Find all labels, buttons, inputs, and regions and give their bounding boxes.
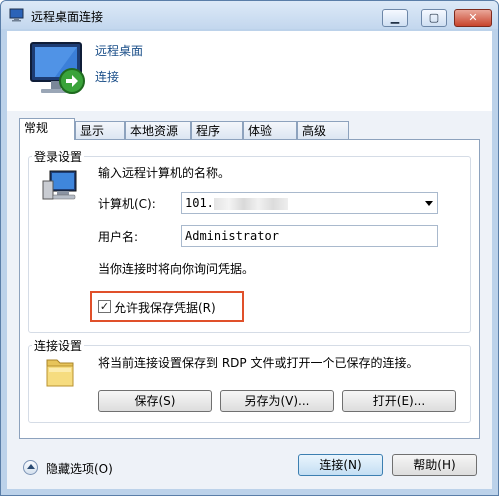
remote-desktop-icon — [9, 8, 24, 22]
hide-options-label[interactable]: 隐藏选项(O) — [46, 460, 113, 477]
tab-local-resources[interactable]: 本地资源 — [125, 121, 191, 139]
tab-programs[interactable]: 程序 — [191, 121, 243, 139]
rdp-window: 远程桌面连接 ▁ ▢ ✕ 远程桌面 连接 常规 显示 本地资源 程序 体验 高级… — [0, 0, 499, 496]
credentials-prompt-text: 当你连接时将向你询问凭据。 — [98, 262, 255, 276]
folder-icon — [46, 359, 74, 387]
title-bar[interactable]: 远程桌面连接 ▁ ▢ ✕ — [1, 1, 498, 29]
tab-experience[interactable]: 体验 — [243, 121, 297, 139]
maximize-icon: ▢ — [428, 11, 440, 24]
chevron-down-icon[interactable] — [425, 201, 433, 206]
header-title-line1: 远程桌面 — [95, 44, 144, 58]
save-as-button[interactable]: 另存为(V)... — [220, 390, 334, 412]
header-title-line2: 连接 — [95, 70, 120, 84]
close-icon: ✕ — [468, 11, 478, 24]
close-button[interactable]: ✕ — [454, 9, 492, 27]
hide-options-toggle[interactable] — [23, 460, 38, 475]
login-instruction: 输入远程计算机的名称。 — [98, 166, 231, 180]
open-button[interactable]: 打开(E)... — [342, 390, 456, 412]
computer-combobox[interactable]: 101. — [181, 192, 438, 214]
connection-settings-legend: 连接设置 — [32, 337, 85, 354]
computer-value: 101. — [185, 196, 214, 210]
checkmark-icon: ✓ — [99, 300, 110, 313]
maximize-button[interactable]: ▢ — [421, 9, 447, 27]
tab-display[interactable]: 显示 — [75, 121, 125, 139]
computer-label: 计算机(C): — [98, 197, 156, 211]
tab-general[interactable]: 常规 — [19, 118, 75, 140]
minimize-icon: ▁ — [390, 11, 400, 24]
header-banner: 远程桌面 连接 — [7, 31, 492, 111]
help-button[interactable]: 帮助(H) — [392, 454, 477, 476]
username-value: Administrator — [185, 229, 279, 243]
username-label: 用户名: — [98, 230, 139, 244]
window-title: 远程桌面连接 — [31, 10, 104, 24]
connection-description: 将当前连接设置保存到 RDP 文件或打开一个已保存的连接。 — [98, 356, 419, 370]
save-credentials-label[interactable]: 允许我保存凭据(R) — [114, 299, 216, 316]
minimize-button[interactable]: ▁ — [382, 9, 408, 27]
save-button[interactable]: 保存(S) — [98, 390, 212, 412]
username-field[interactable]: Administrator — [181, 225, 438, 247]
remote-desktop-monitor-icon — [30, 42, 85, 94]
save-credentials-checkbox[interactable]: ✓ — [98, 300, 111, 313]
redacted-address — [213, 197, 288, 210]
login-settings-legend: 登录设置 — [32, 148, 85, 165]
tab-advanced[interactable]: 高级 — [297, 121, 349, 139]
connect-button[interactable]: 连接(N) — [298, 454, 383, 476]
computer-icon — [42, 170, 77, 200]
